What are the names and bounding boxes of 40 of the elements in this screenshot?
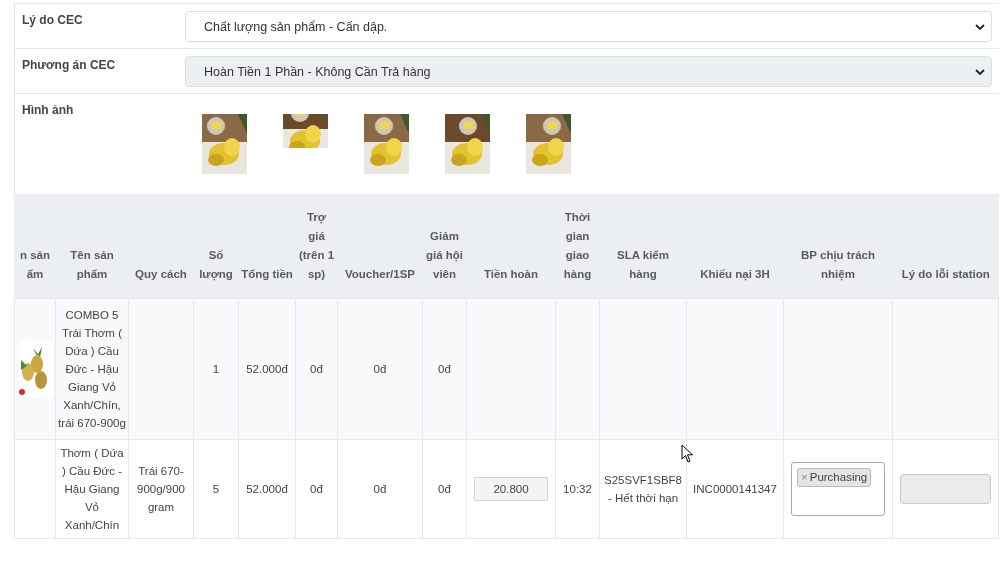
cursor-icon	[681, 444, 694, 463]
table-cell: 0đ	[438, 362, 451, 375]
column-header: Lý do lỗi station	[892, 194, 999, 298]
column-header: Tổng tiền	[238, 194, 296, 298]
chevron-down-icon	[975, 68, 985, 75]
table-cell: COMBO 5 Trái Thơm ( Dứa ) Cầu Đức - Hậu Giang Vỏ Xanh/Chín, trái 670-900g	[58, 308, 126, 429]
field-label: Phương án CEC	[22, 57, 117, 74]
table-cell: INC0000141347	[693, 482, 777, 495]
table-cell: 0đ	[438, 482, 451, 495]
table-cell: 0đ	[310, 482, 323, 495]
column-header: Tên sản phẩm	[55, 194, 129, 298]
table-cell: 0đ	[373, 482, 387, 495]
table-cell: 52.000đ	[246, 362, 288, 375]
field-label: Lý do CEC	[22, 12, 84, 29]
column-header: BP chịu trách nhiệm	[783, 194, 893, 298]
table-cell: 0đ	[373, 362, 387, 375]
table-cell: 1	[212, 362, 220, 375]
multi-select-field[interactable]: × Purchasing	[791, 461, 885, 516]
tag-chip[interactable]: × Purchasing	[797, 467, 872, 487]
field-label: Hình ảnh	[22, 102, 75, 119]
column-header: Quy cách	[128, 194, 194, 298]
column-header: Thời gian giao hàng	[555, 194, 600, 298]
table-cell: 52.000đ	[246, 482, 288, 495]
column-header: Giảm giá hội viên	[422, 194, 467, 298]
column-header: n sản ẩm	[14, 194, 56, 298]
table-cell: 10:32	[563, 482, 592, 495]
table-cell: 5	[212, 482, 220, 495]
table-cell: Thơm ( Dứa ) Cầu Đức - Hậu Giang Vỏ Xanh/Chín	[60, 446, 124, 531]
table-cell: Trái 670-900g/900 gram	[137, 464, 185, 513]
column-header: Trợ giá (trên 1 sp)	[295, 194, 338, 298]
input-field[interactable]: 20.800	[474, 476, 548, 501]
column-header: Voucher/1SP	[337, 194, 423, 298]
table-cell: S25SVF1SBF8 - Hết thời hạn	[604, 473, 682, 504]
column-header: SLA kiểm hàng	[599, 194, 687, 298]
table-cell: 0đ	[310, 362, 323, 375]
dropdown[interactable]: Chất lượng sản phẩm - Cấn dập.	[185, 11, 992, 42]
column-header: Số lượng	[193, 194, 239, 298]
chevron-down-icon	[975, 23, 985, 30]
column-header: Tiền hoàn	[466, 194, 556, 298]
column-header: Khiếu nại 3H	[686, 194, 784, 298]
